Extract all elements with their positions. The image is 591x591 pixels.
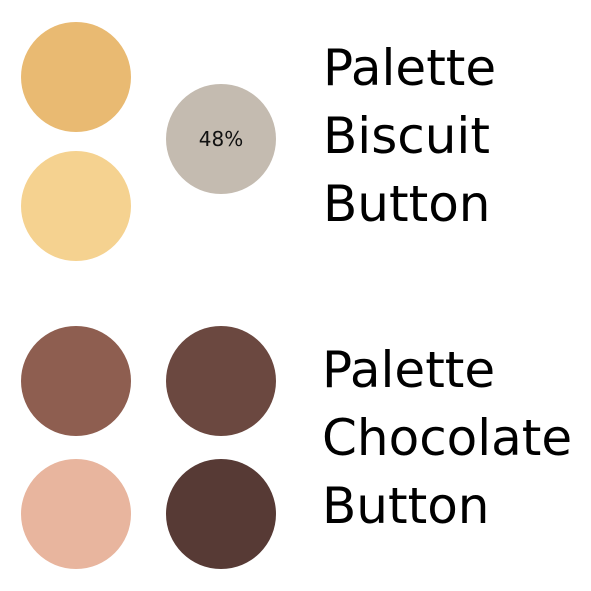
title-line: Button (322, 477, 490, 535)
title-line: Chocolate (322, 409, 573, 467)
title-line: Biscuit (323, 107, 490, 165)
palette-title-chocolate: Palette Chocolate Button (322, 336, 572, 540)
swatch-chocolate-3 (21, 459, 131, 569)
swatch-chocolate-1 (21, 326, 131, 436)
swatch-chocolate-2 (166, 326, 276, 436)
swatch-biscuit-2 (21, 151, 131, 261)
swatch-percentage-label: 48% (198, 127, 244, 151)
palette-title-biscuit: Palette Biscuit Button (323, 34, 496, 238)
swatch-biscuit-3: 48% (166, 84, 276, 194)
swatch-chocolate-4 (166, 459, 276, 569)
title-line: Palette (323, 39, 497, 97)
title-line: Palette (322, 341, 496, 399)
title-line: Button (323, 175, 491, 233)
swatch-biscuit-1 (21, 22, 131, 132)
